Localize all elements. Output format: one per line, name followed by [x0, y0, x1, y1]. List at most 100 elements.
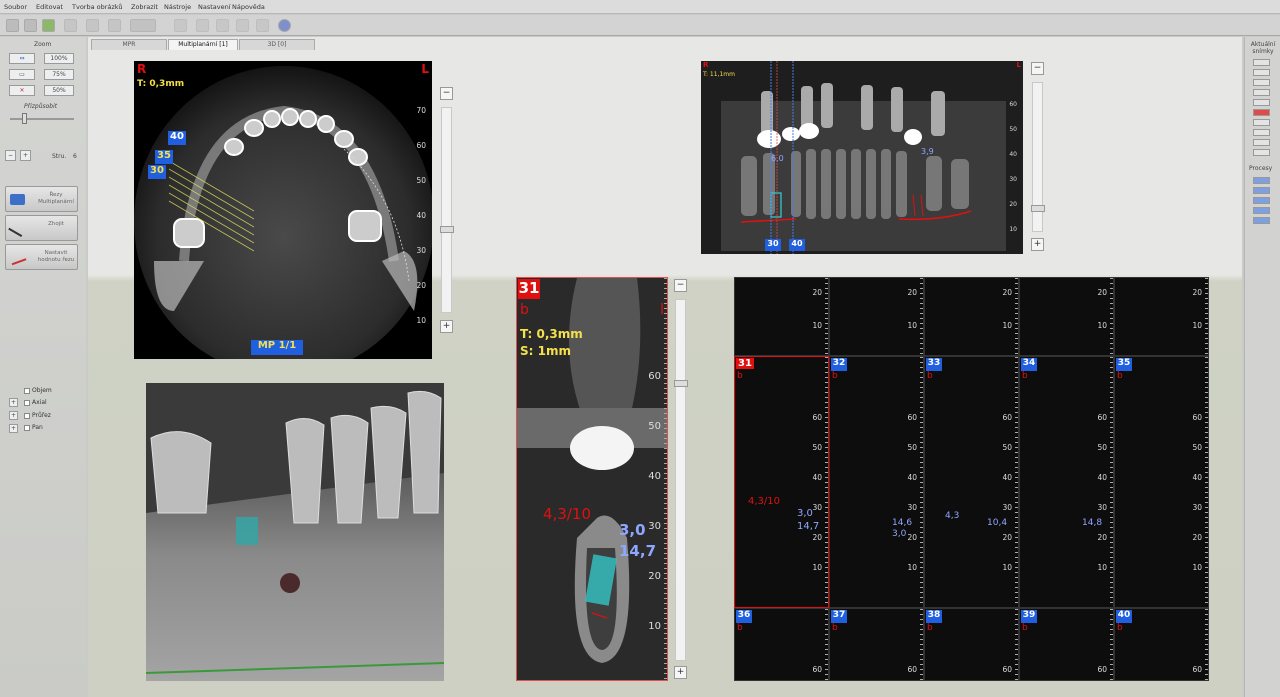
checkbox-volume[interactable]: Objem: [24, 387, 52, 394]
zoom-100-button[interactable]: 100%: [44, 53, 74, 64]
step-minus-button[interactable]: −: [5, 150, 16, 161]
toolbar-tool-icon[interactable]: [216, 19, 229, 32]
toolbar-tool-icon[interactable]: [108, 19, 121, 32]
tab-3d[interactable]: 3D [0]: [239, 39, 315, 50]
image-thumb-button[interactable]: [1253, 99, 1270, 106]
tab-mpr[interactable]: MPR: [91, 39, 167, 50]
zoom-fit-button[interactable]: ⇔: [9, 53, 35, 64]
checkbox-axial[interactable]: Axial: [24, 399, 47, 406]
zoom-50-button[interactable]: 50%: [44, 85, 74, 96]
toolbar-save-icon[interactable]: [6, 19, 19, 32]
pan-r-label: R: [703, 61, 709, 69]
axial-view[interactable]: R L T: 0,3mm 40 35 30 70 60 50 40 30 20 …: [134, 61, 432, 359]
cross-measure-red: 4,3/10: [543, 505, 591, 523]
zoom-label: Zoom: [34, 41, 52, 48]
main-area: MPR Multiplanární [1] 3D [0] R L T: 0,3m…: [88, 37, 1242, 697]
expand-button[interactable]: +: [9, 424, 18, 433]
image-thumb-button[interactable]: [1253, 109, 1270, 116]
process-button[interactable]: [1253, 217, 1270, 224]
probe-icon: [8, 219, 27, 238]
grid-cell-32[interactable]: 32 b 14,6 3,0 60 50 40 30 20 10: [829, 356, 924, 608]
step-plus-button[interactable]: +: [20, 150, 31, 161]
expand-button[interactable]: +: [9, 411, 18, 420]
pan-zoom-in-button[interactable]: +: [1031, 238, 1044, 251]
grid-cell-36[interactable]: 36 b 60: [734, 608, 829, 681]
pan-zoom-out-button[interactable]: −: [1031, 62, 1044, 75]
axial-zoom-in-button[interactable]: +: [440, 320, 453, 333]
toolbar-info-icon[interactable]: [278, 19, 291, 32]
axial-r-label: R: [137, 62, 147, 76]
tab-multiplanar[interactable]: Multiplanární [1]: [168, 39, 238, 50]
grid-cell-top[interactable]: 20 10: [734, 277, 829, 356]
tool3-button[interactable]: Nastavit hodnotu řezu: [5, 244, 78, 270]
axial-slice-30: 30: [148, 165, 166, 179]
grid-cell-top[interactable]: 20 10: [1019, 277, 1114, 356]
image-thumb-button[interactable]: [1253, 119, 1270, 126]
menu-help[interactable]: Nápověda: [232, 3, 265, 11]
cross-thickness: T: 0,3mm: [520, 327, 583, 341]
expand-button[interactable]: +: [9, 398, 18, 407]
image-thumb-button[interactable]: [1253, 79, 1270, 86]
grid-cell-38[interactable]: 38 b 60: [924, 608, 1019, 681]
menu-imaging[interactable]: Tvorba obrázků: [72, 3, 123, 11]
checkbox-cross[interactable]: Průřez: [24, 412, 51, 419]
cross-section-view[interactable]: 31 b l T: 0,3mm S: 1mm 4,3/10 3,0 14,7 6…: [516, 277, 668, 681]
zoom-75-button[interactable]: 75%: [44, 69, 74, 80]
pan-scrollbar[interactable]: [1031, 82, 1045, 232]
volume-view[interactable]: [146, 383, 444, 681]
process-button[interactable]: [1253, 187, 1270, 194]
toolbar-tool-icon[interactable]: [64, 19, 77, 32]
grid-cell-top[interactable]: 20 10: [1114, 277, 1209, 356]
grid-cell-31[interactable]: 31 b 4,3/10 3,0 14,7 60 50 40 30 20 10: [734, 356, 829, 608]
image-thumb-button[interactable]: [1253, 149, 1270, 156]
toolbar-tool-icon[interactable]: [86, 19, 99, 32]
process-button[interactable]: [1253, 207, 1270, 214]
grid-cell-35[interactable]: 35 b 60 50 40 30 20 10: [1114, 356, 1209, 608]
grid-cell-top[interactable]: 20 10: [829, 277, 924, 356]
image-thumb-button[interactable]: [1253, 59, 1270, 66]
zoom-frame-button[interactable]: ▭: [9, 69, 35, 80]
checkbox-pan[interactable]: Pan: [24, 424, 43, 431]
cross-zoom-in-button[interactable]: +: [674, 666, 687, 679]
image-thumb-button[interactable]: [1253, 89, 1270, 96]
toolbar: [0, 15, 1280, 36]
zoom-slider[interactable]: [10, 113, 74, 124]
menu-file[interactable]: Soubor: [4, 3, 27, 11]
toolbar-tool-icon[interactable]: [256, 19, 269, 32]
image-thumb-button[interactable]: [1253, 129, 1270, 136]
grid-cell-40[interactable]: 40 b 60: [1114, 608, 1209, 681]
grid-cell-top[interactable]: 20 10: [924, 277, 1019, 356]
tool2-button[interactable]: Zhojit: [5, 215, 78, 241]
axial-mp-badge[interactable]: MP 1/1: [251, 340, 303, 355]
toolbar-open-icon[interactable]: [24, 19, 37, 32]
panoramic-view[interactable]: R L T: 11,1mm 6,0 3,9 30 40 60 50 40 30 …: [701, 61, 1023, 254]
toolbar-tool-icon[interactable]: [196, 19, 209, 32]
processes-label: Procesy: [1249, 165, 1273, 172]
toolbar-tool-icon[interactable]: [174, 19, 187, 32]
grid-cell-34[interactable]: 34 b 14,8 60 50 40 30 20 10: [1019, 356, 1114, 608]
image-thumb-button[interactable]: [1253, 69, 1270, 76]
axial-l-label: L: [421, 62, 429, 76]
cross-zoom-out-button[interactable]: −: [674, 279, 687, 292]
menu-bar: Soubor Editovat Tvorba obrázků Zobrazit …: [0, 0, 1280, 14]
multiplanar-button[interactable]: Řezy Multiplanární: [5, 186, 78, 212]
pan-slice-40: 40: [789, 239, 805, 251]
menu-settings[interactable]: Nastavení: [198, 3, 231, 11]
toolbar-green-icon[interactable]: [42, 19, 55, 32]
process-button[interactable]: [1253, 177, 1270, 184]
menu-tools[interactable]: Nástroje: [164, 3, 191, 11]
axial-zoom-out-button[interactable]: −: [440, 87, 453, 100]
menu-view[interactable]: Zobrazit: [131, 3, 158, 11]
process-button[interactable]: [1253, 197, 1270, 204]
cross-scrollbar[interactable]: [674, 299, 688, 661]
image-thumb-button[interactable]: [1253, 139, 1270, 146]
grid-cell-39[interactable]: 39 b 60: [1019, 608, 1114, 681]
toolbar-dropdown[interactable]: [130, 19, 156, 32]
menu-edit[interactable]: Editovat: [36, 3, 63, 11]
grid-cell-37[interactable]: 37 b 60: [829, 608, 924, 681]
zoom-tool-button[interactable]: ✕: [9, 85, 35, 96]
grid-cell-33[interactable]: 33 b 4,3 10,4 60 50 40 30 20 10: [924, 356, 1019, 608]
toolbar-tool-icon[interactable]: [236, 19, 249, 32]
axial-scrollbar[interactable]: [440, 107, 454, 313]
cross-measure-1: 3,0: [619, 521, 646, 539]
